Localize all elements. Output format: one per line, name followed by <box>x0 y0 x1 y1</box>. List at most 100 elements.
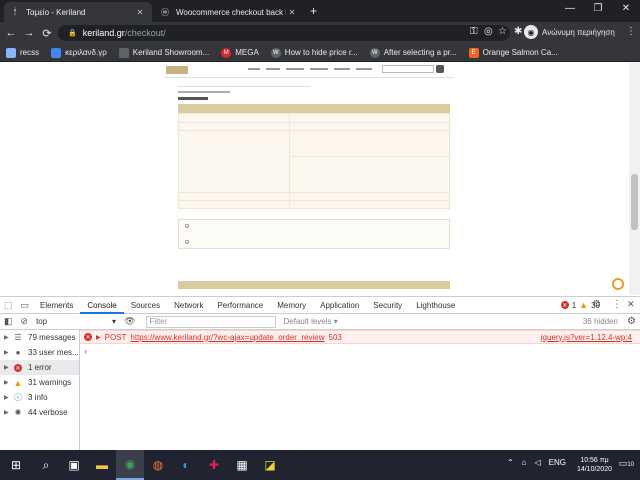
sidebar-item-info[interactable]: ▶ ⓘ 3 info <box>0 390 79 405</box>
reload-icon[interactable]: ⟳ <box>38 27 56 40</box>
filter-input[interactable]: Filter <box>145 315 276 328</box>
bookmark-showroom[interactable]: Keriland Showroom... <box>118 47 209 58</box>
gear-icon[interactable]: ⚙ <box>592 299 601 310</box>
address-host: keriland.gr <box>82 28 125 38</box>
console-error-row[interactable]: ✕ ▶ POST https://www.keriland.gr/?wc-aja… <box>80 330 640 344</box>
tab-woocommerce[interactable]: ⓦ Woocommerce checkout back 50 ✕ <box>154 2 304 22</box>
bookmark-keriland-gr[interactable]: κεριλανδ.γρ <box>51 47 107 58</box>
close-devtools-icon[interactable]: ✕ <box>627 299 635 310</box>
chevron-up-icon[interactable]: ⌃ <box>507 458 514 467</box>
scrollbar-thumb[interactable] <box>631 174 638 230</box>
chat-widget-button[interactable] <box>612 278 624 290</box>
language-indicator[interactable]: ENG <box>549 458 566 467</box>
key-icon[interactable]: ⚿ <box>470 26 478 37</box>
source-link[interactable]: jquery.js?ver=1.12.4-wp:4 <box>541 333 632 342</box>
tab-console[interactable]: Console <box>80 297 124 314</box>
eye-icon[interactable]: 👁 <box>120 316 139 327</box>
sidebar-toggle-icon[interactable]: ◧ <box>0 316 17 327</box>
context-selector[interactable]: top ▾ <box>36 317 120 326</box>
bookmark-label: How to hide price r... <box>284 48 358 57</box>
tab-memory[interactable]: Memory <box>270 297 313 314</box>
nav-link[interactable] <box>286 68 304 70</box>
bookmark-recss[interactable]: recss <box>6 47 39 58</box>
slack-icon[interactable]: ✚ <box>200 450 228 480</box>
order-title <box>178 97 208 100</box>
warning-icon: ▲ <box>579 300 589 310</box>
site-logo[interactable] <box>166 66 188 74</box>
clear-console-icon[interactable]: ⊘ <box>17 316 33 327</box>
nav-link[interactable] <box>356 68 372 70</box>
expand-icon[interactable]: ▶ <box>96 334 101 341</box>
tab-lighthouse[interactable]: Lighthouse <box>409 297 462 314</box>
nav-link[interactable] <box>310 68 328 70</box>
tab-security[interactable]: Security <box>366 297 409 314</box>
chrome-icon[interactable]: ◉ <box>116 450 144 480</box>
site-search-button[interactable] <box>436 65 444 73</box>
inspect-icon[interactable]: ⬚ <box>0 300 17 311</box>
radio-button[interactable] <box>185 240 189 244</box>
address-bar[interactable]: 🔒 keriland.gr/checkout/ <box>58 25 510 41</box>
volume-icon[interactable]: ◁ <box>535 458 541 467</box>
nav-link[interactable] <box>266 68 280 70</box>
bookmarks-bar: recss κεριλανδ.γρ Keriland Showroom... M… <box>0 44 640 62</box>
place-order-button[interactable] <box>178 281 450 289</box>
search-icon[interactable]: ⌕ <box>32 450 60 480</box>
menu-icon[interactable]: ⋮ <box>626 26 636 37</box>
firefox-icon[interactable]: ◍ <box>144 450 172 480</box>
back-icon[interactable]: ← <box>2 27 20 39</box>
tab-elements[interactable]: Elements <box>33 297 80 314</box>
close-window-icon[interactable]: ✕ <box>616 3 636 14</box>
bookmark-mega[interactable]: M MEGA <box>221 47 259 58</box>
edge-icon[interactable]: ◐ <box>172 450 200 480</box>
sidebar-item-warnings[interactable]: ▶ ▲ 31 warnings <box>0 375 79 390</box>
network-icon[interactable]: ⌂ <box>522 458 527 467</box>
sidebar-item-verbose[interactable]: ▶ ✺ 44 verbose <box>0 405 79 420</box>
site-search-input[interactable] <box>382 65 434 73</box>
sidebar-item-errors[interactable]: ▶ ✕ 1 error <box>0 360 79 375</box>
radio-button[interactable] <box>185 224 189 228</box>
notification-center[interactable]: ▭10 <box>619 458 634 469</box>
forward-icon[interactable]: → <box>20 27 38 39</box>
tab-network[interactable]: Network <box>167 297 210 314</box>
hidden-count: 36 hidden <box>582 317 618 326</box>
lock-icon[interactable]: 🔒 <box>68 29 77 37</box>
restore-icon[interactable]: ❐ <box>588 3 608 14</box>
star-icon[interactable]: ☆ <box>498 26 507 37</box>
tab-checkout[interactable]: 🕯 Ταμείο - Keriland ✕ <box>4 2 152 22</box>
page-viewport <box>0 62 640 295</box>
log-levels-dropdown[interactable]: Default levels ▾ <box>284 317 338 326</box>
console-filter-bar: ◧ ⊘ top ▾ 👁 Filter Default levels ▾ <box>0 314 640 330</box>
tab-sources[interactable]: Sources <box>124 297 167 314</box>
system-clock[interactable]: 10:56 πμ 14/10/2020 <box>577 456 612 474</box>
more-icon[interactable]: ⋮ <box>612 299 622 310</box>
puzzle-icon[interactable]: ✱ <box>514 26 522 37</box>
sidebar-item-messages[interactable]: ▶ ☰ 79 messages <box>0 330 79 345</box>
request-url-link[interactable]: https://www.keriland.gr/?wc-ajax=update_… <box>130 333 324 342</box>
divider <box>178 86 310 87</box>
tab-performance[interactable]: Performance <box>210 297 270 314</box>
tab-application[interactable]: Application <box>313 297 366 314</box>
close-icon[interactable]: ✕ <box>134 8 146 17</box>
sidebar-item-label: 3 info <box>28 393 48 402</box>
nav-link[interactable] <box>334 68 350 70</box>
minimize-icon[interactable]: — <box>560 3 580 14</box>
console-prompt[interactable]: › <box>84 346 87 356</box>
sidebar-item-user-messages[interactable]: ▶ ● 33 user mes... <box>0 345 79 360</box>
new-tab-button[interactable]: + <box>310 4 317 18</box>
bookmark-after-selecting[interactable]: W After selecting a pr... <box>369 47 457 58</box>
calculator-icon[interactable]: ▦ <box>228 450 256 480</box>
task-view-icon[interactable]: ▣ <box>60 450 88 480</box>
bookmark-orange-salmon[interactable]: E Orange Salmon Ca... <box>468 47 558 58</box>
windows-start-icon[interactable]: ⊞ <box>0 450 32 480</box>
sidebar-item-label: 31 warnings <box>28 378 72 387</box>
device-toolbar-icon[interactable]: ▭ <box>17 300 34 311</box>
globe-icon[interactable]: ◎ <box>484 26 493 37</box>
sticky-notes-icon[interactable]: ◪ <box>256 450 284 480</box>
file-explorer-icon[interactable]: ▬ <box>88 450 116 480</box>
incognito-profile[interactable]: ◉ Ανώνυμη περιήγηση <box>524 25 615 39</box>
close-icon[interactable]: ✕ <box>286 8 298 17</box>
console-settings-icon[interactable]: ⚙ <box>627 316 636 327</box>
nav-link[interactable] <box>248 68 260 70</box>
clock-time: 10:56 πμ <box>580 457 609 464</box>
bookmark-hide-price[interactable]: W How to hide price r... <box>270 47 358 58</box>
